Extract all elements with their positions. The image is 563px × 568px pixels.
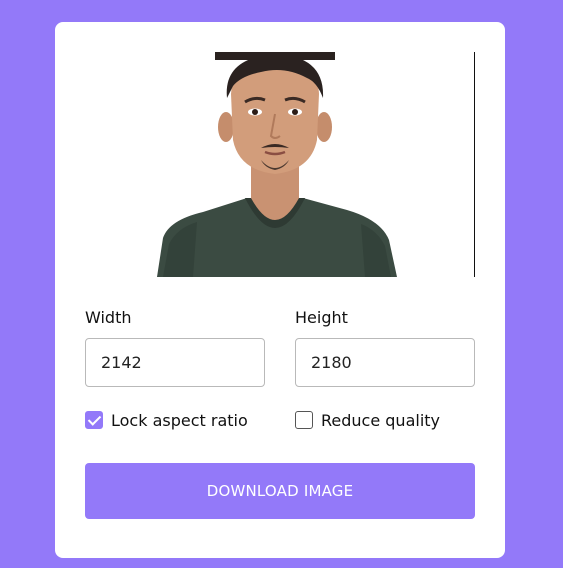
person-photo: [157, 52, 397, 277]
lock-aspect-ratio-option[interactable]: Lock aspect ratio: [85, 410, 248, 430]
lock-aspect-ratio-label: Lock aspect ratio: [111, 410, 248, 430]
width-input[interactable]: [85, 338, 265, 387]
reduce-quality-checkbox[interactable]: [295, 411, 313, 429]
resizer-card: Width Height Lock aspect ratio Reduce qu…: [55, 22, 505, 558]
reduce-quality-label: Reduce quality: [321, 410, 440, 430]
preview-border: [474, 52, 475, 277]
height-input[interactable]: [295, 338, 475, 387]
reduce-quality-option[interactable]: Reduce quality: [295, 410, 440, 430]
height-label: Height: [295, 308, 348, 327]
image-preview: [85, 52, 475, 277]
lock-aspect-ratio-checkbox[interactable]: [85, 411, 103, 429]
download-image-button[interactable]: DOWNLOAD IMAGE: [85, 463, 475, 519]
width-label: Width: [85, 308, 132, 327]
